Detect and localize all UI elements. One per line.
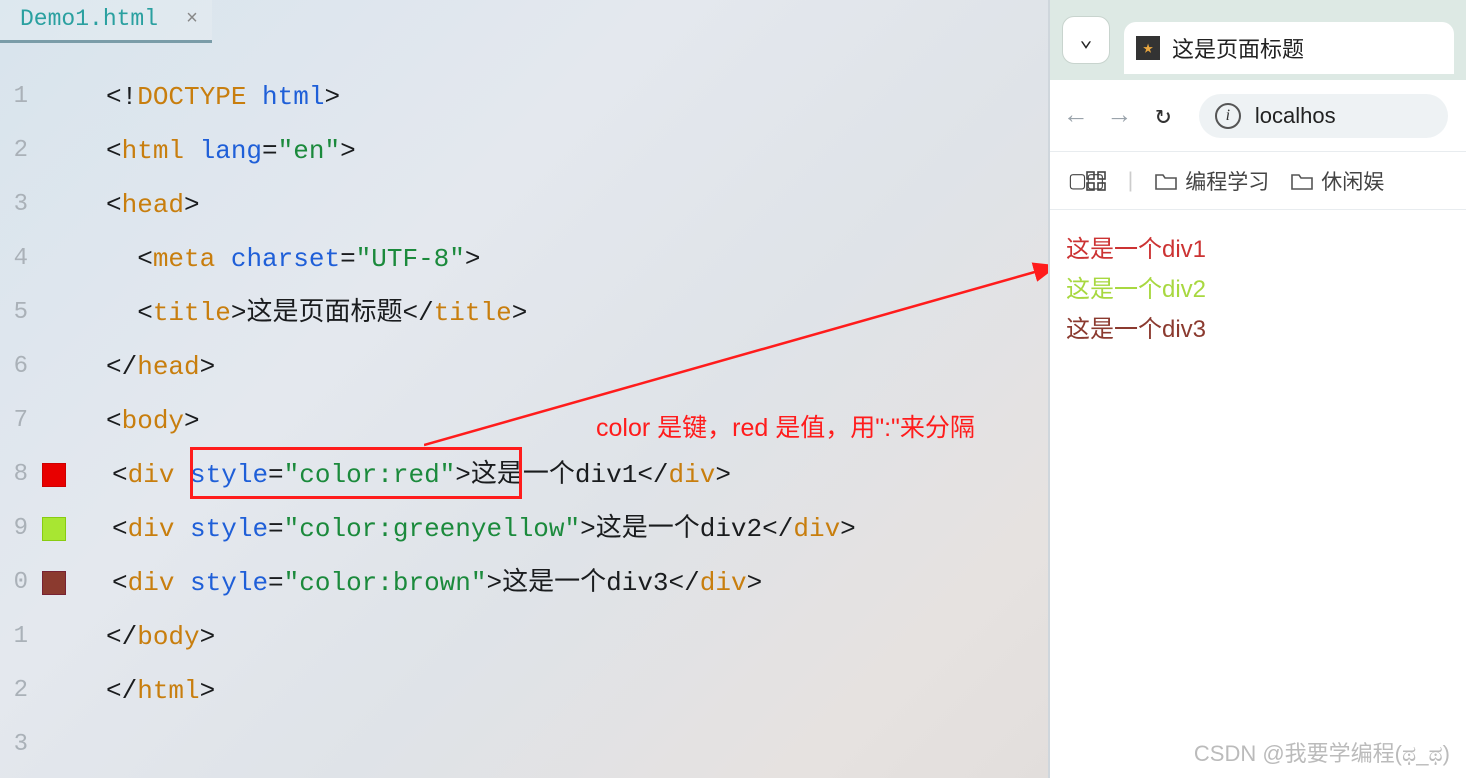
code-content: <html lang="en"> [38, 124, 356, 178]
code-content: <div style="color:red">这是一个div1</div> [44, 448, 731, 502]
code-line[interactable]: 0<div style="color:brown">这是一个div3</div> [0, 556, 1048, 610]
page-content: 这是一个div1 这是一个div2 这是一个div3 [1050, 210, 1466, 370]
close-icon[interactable]: × [186, 8, 198, 31]
bookmark-folder-2[interactable]: 休闲娱 [1291, 166, 1384, 196]
browser-toolbar: ← → ↻ i localhos [1050, 80, 1466, 152]
line-number: 9 [0, 502, 38, 556]
back-icon[interactable]: ← [1068, 101, 1084, 131]
color-swatch-icon [42, 517, 66, 541]
url-text: localhos [1255, 103, 1336, 129]
color-swatch-icon [42, 571, 66, 595]
browser-preview: ⌄ ★ 这是页面标题 ← → ↻ i localhos ▢▢ | 编程学习 [1048, 0, 1466, 778]
bookmark-label: 编程学习 [1185, 166, 1269, 196]
code-line[interactable]: 2</html> [0, 664, 1048, 718]
line-number: 2 [0, 664, 38, 718]
editor-tab-bar: Demo1.html × [0, 0, 1048, 40]
line-number: 2 [0, 124, 38, 178]
line-number: 8 [0, 448, 38, 502]
code-content: <div style="color:brown">这是一个div3</div> [44, 556, 762, 610]
line-number: 4 [0, 232, 38, 286]
line-number: 3 [0, 718, 38, 772]
apps-grid-icon[interactable] [1086, 171, 1106, 191]
output-div1: 这是一个div1 [1066, 230, 1450, 270]
code-line[interactable]: 1<!DOCTYPE html> [0, 70, 1048, 124]
code-line[interactable]: 5 <title>这是页面标题</title> [0, 286, 1048, 340]
code-content: <meta charset="UTF-8"> [38, 232, 481, 286]
watermark: CSDN @我要学编程(ಥ_ಥ) [1194, 736, 1450, 768]
code-line[interactable]: 1</body> [0, 610, 1048, 664]
code-content: </body> [38, 610, 215, 664]
info-icon[interactable]: i [1215, 103, 1241, 129]
line-number: 3 [0, 178, 38, 232]
bookmark-folder-1[interactable]: 编程学习 [1155, 166, 1269, 196]
folder-icon [1291, 172, 1313, 190]
code-line[interactable]: 4 <meta charset="UTF-8"> [0, 232, 1048, 286]
reload-icon[interactable]: ↻ [1155, 100, 1171, 131]
favicon-icon: ★ [1136, 36, 1160, 60]
code-line[interactable]: 2<html lang="en"> [0, 124, 1048, 178]
code-line[interactable]: 8<div style="color:red">这是一个div1</div> [0, 448, 1048, 502]
forward-icon[interactable]: → [1112, 101, 1128, 131]
code-line[interactable]: 9<div style="color:greenyellow">这是一个div2… [0, 502, 1048, 556]
output-div2: 这是一个div2 [1066, 270, 1450, 310]
bookmark-label: 休闲娱 [1321, 166, 1384, 196]
address-bar[interactable]: i localhos [1199, 94, 1448, 138]
separator: | [1128, 169, 1133, 193]
line-number: 7 [0, 394, 38, 448]
line-number: 0 [0, 556, 38, 610]
tab-filename: Demo1.html [20, 6, 158, 32]
code-content: </head> [38, 340, 215, 394]
code-line[interactable]: 3<head> [0, 178, 1048, 232]
code-content: <!DOCTYPE html> [38, 70, 340, 124]
code-line[interactable]: 6</head> [0, 340, 1048, 394]
code-content: <div style="color:greenyellow">这是一个div2<… [44, 502, 856, 556]
output-div3: 这是一个div3 [1066, 310, 1450, 350]
line-number: 1 [0, 70, 38, 124]
tab-dropdown-button[interactable]: ⌄ [1062, 16, 1110, 64]
file-tab[interactable]: Demo1.html × [0, 0, 212, 43]
line-number: 6 [0, 340, 38, 394]
browser-tab[interactable]: ★ 这是页面标题 [1124, 22, 1454, 74]
folder-icon [1155, 172, 1177, 190]
code-content: </html> [38, 664, 215, 718]
browser-tab-title: 这是页面标题 [1172, 32, 1304, 64]
code-line[interactable]: 3 [0, 718, 1048, 772]
code-content: <body> [38, 394, 200, 448]
color-swatch-icon [42, 463, 66, 487]
chevron-down-icon: ⌄ [1079, 27, 1092, 53]
code-content: <head> [38, 178, 200, 232]
bookmarks-bar: ▢▢ | 编程学习 休闲娱 [1050, 152, 1466, 210]
browser-tab-area: ⌄ ★ 这是页面标题 [1050, 0, 1466, 80]
code-content: <title>这是页面标题</title> [38, 286, 527, 340]
annotation-text: color 是键，red 是值，用":"来分隔 [596, 408, 975, 444]
line-number: 1 [0, 610, 38, 664]
line-number: 5 [0, 286, 38, 340]
